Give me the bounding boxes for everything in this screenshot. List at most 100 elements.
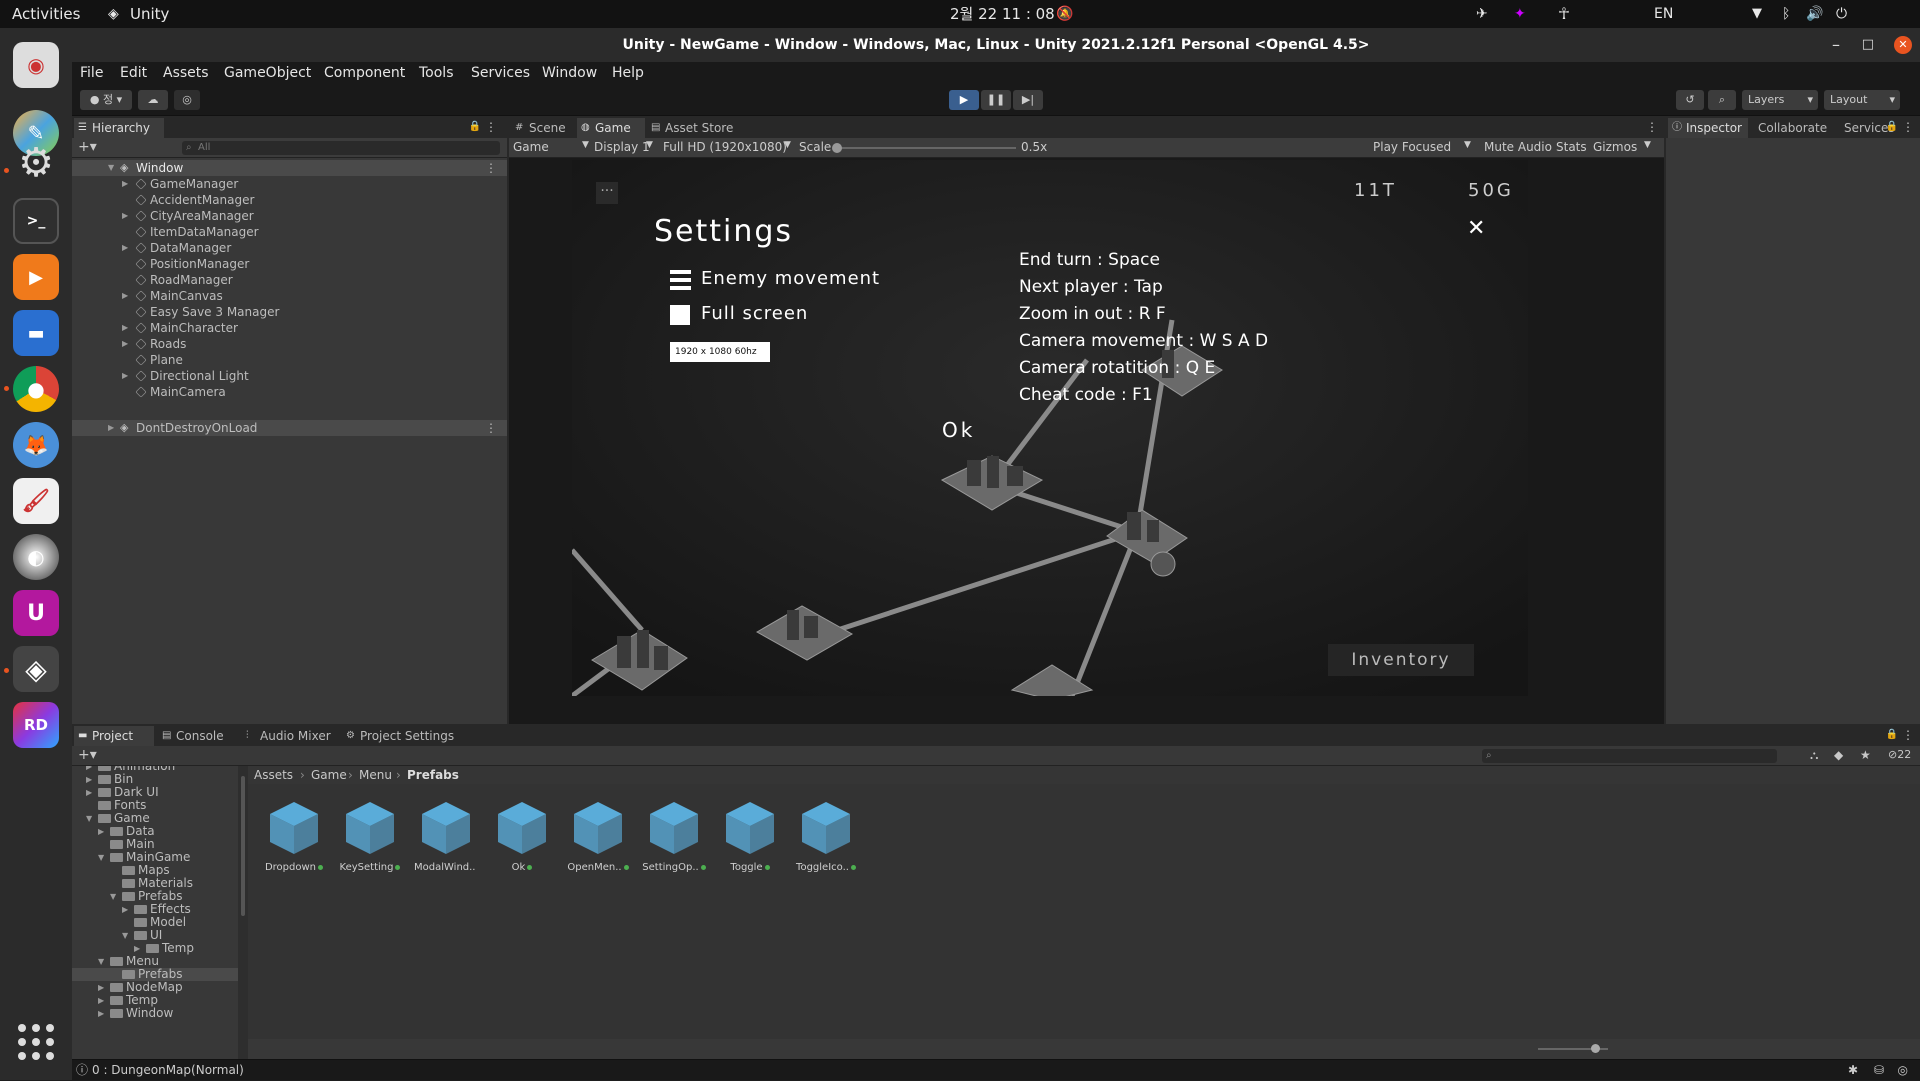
volume-icon[interactable]: 🔊 xyxy=(1806,0,1823,28)
color-tray-icon[interactable]: ✦ xyxy=(1514,0,1526,28)
view-dropdown[interactable]: Game xyxy=(513,140,549,154)
resolution-dropdown-ingame[interactable]: 1920 x 1080 60hz xyxy=(670,342,770,362)
tab-console[interactable]: ▤ Console xyxy=(158,726,238,746)
power-icon[interactable]: ⏻ xyxy=(1836,0,1847,28)
debug-icon[interactable]: ✱ xyxy=(1848,1060,1858,1081)
tab-project[interactable]: ▬ Project xyxy=(74,726,154,746)
folder-tree-item[interactable]: ▶ Animation xyxy=(72,766,238,773)
hidden-packages-badge[interactable]: ⊘22 xyxy=(1888,748,1911,761)
undo-history-button[interactable]: ↺ xyxy=(1676,90,1704,110)
hierarchy-item[interactable]: ▶ CityAreaManager xyxy=(72,208,507,224)
favorites-star-icon[interactable]: ★ xyxy=(1860,748,1871,762)
fox-app-icon[interactable]: 🦊 xyxy=(13,422,59,468)
kebab-menu-icon[interactable]: ⋮ xyxy=(1902,120,1914,134)
icon-size-slider-handle[interactable] xyxy=(1591,1044,1600,1053)
search-button[interactable]: ⌕ xyxy=(1708,90,1736,110)
prefab-asset[interactable]: KeySetting xyxy=(338,798,402,878)
wifi-icon[interactable]: ▼ xyxy=(1752,0,1762,28)
paint-app-icon[interactable]: 🖌 xyxy=(13,478,59,524)
hierarchy-item[interactable]: ItemDataManager xyxy=(72,224,507,240)
hierarchy-item[interactable]: AccidentManager xyxy=(72,192,507,208)
folder-tree-item[interactable]: ▶ Dark UI xyxy=(72,786,238,799)
mute-audio-toggle[interactable]: Mute Audio xyxy=(1484,140,1552,154)
breadcrumb-assets[interactable]: Assets xyxy=(254,766,293,784)
menu-gameobject[interactable]: GameObject xyxy=(224,62,311,84)
telegram-tray-icon[interactable]: ✈ xyxy=(1476,0,1488,28)
menu-assets[interactable]: Assets xyxy=(163,62,209,84)
play-button[interactable]: ▶ xyxy=(949,90,979,110)
kebab-menu-icon[interactable]: ⋮ xyxy=(1646,120,1658,134)
status-message[interactable]: 0 : DungeonMap(Normal) xyxy=(92,1060,244,1081)
menu-help[interactable]: Help xyxy=(612,62,644,84)
unity-hub-icon[interactable]: U xyxy=(13,590,59,636)
account-dropdown[interactable]: ● 정 ▾ xyxy=(80,90,132,110)
hierarchy-item[interactable]: ▶ DataManager xyxy=(72,240,507,256)
unity-editor-icon[interactable]: ◈ xyxy=(13,646,59,692)
lock-icon[interactable]: 🔒 xyxy=(469,121,481,132)
prefab-asset[interactable]: Dropdown xyxy=(262,798,326,878)
terminal-icon[interactable]: >_ xyxy=(13,198,59,244)
tab-game[interactable]: ◍ Game xyxy=(577,118,645,138)
hierarchy-item[interactable]: RoadManager xyxy=(72,272,507,288)
enemy-movement-checkbox[interactable] xyxy=(670,270,691,290)
minimize-button[interactable]: – xyxy=(1832,28,1840,62)
focused-app-name[interactable]: Unity xyxy=(130,0,169,28)
folder-tree-item[interactable]: Fonts xyxy=(72,799,238,812)
tab-audio-mixer[interactable]: ⫶ Audio Mixer xyxy=(242,726,338,746)
accessibility-icon[interactable]: ☥ xyxy=(1558,0,1570,28)
hierarchy-item[interactable]: Easy Save 3 Manager xyxy=(72,304,507,320)
screenshot-app-icon[interactable]: ◉ xyxy=(13,42,59,88)
scale-slider-track[interactable] xyxy=(836,147,1016,149)
prefab-asset[interactable]: ToggleIco.. xyxy=(794,798,858,878)
breadcrumb-prefabs[interactable]: Prefabs xyxy=(407,766,459,784)
tab-project-settings[interactable]: ⚙ Project Settings xyxy=(342,726,462,746)
gizmos-toggle[interactable]: Gizmos xyxy=(1593,140,1637,154)
tab-inspector[interactable]: ⓘ Inspector xyxy=(1668,118,1748,138)
full-screen-checkbox[interactable] xyxy=(670,305,690,325)
create-plus-button[interactable]: +▾ xyxy=(78,139,97,155)
filter-by-type-icon[interactable]: ⛬ xyxy=(1810,748,1818,763)
kebab-menu-icon[interactable]: ⋮ xyxy=(485,120,497,134)
hierarchy-item[interactable]: MainCamera xyxy=(72,384,507,400)
settings-close-icon[interactable]: ✕ xyxy=(1467,216,1485,241)
tab-hierarchy[interactable]: ☰ Hierarchy xyxy=(74,118,164,138)
folder-tree-item[interactable]: ▼ Game xyxy=(72,812,238,825)
menu-services[interactable]: Services xyxy=(471,62,530,84)
create-plus-button[interactable]: +▾ xyxy=(78,747,97,763)
play-focused-dropdown[interactable]: Play Focused xyxy=(1373,140,1451,154)
filter-by-label-icon[interactable]: ◆ xyxy=(1834,748,1843,762)
menu-window[interactable]: Window xyxy=(542,62,597,84)
breadcrumb-game[interactable]: Game xyxy=(311,766,347,784)
pause-button[interactable]: ❚❚ xyxy=(981,90,1011,110)
layers-dropdown[interactable]: Layers ▾ xyxy=(1742,90,1818,110)
cloud-button[interactable]: ☁ xyxy=(138,90,168,110)
more-options-button[interactable]: ··· xyxy=(596,182,618,204)
tab-collaborate[interactable]: Collaborate xyxy=(1752,118,1836,138)
menu-component[interactable]: Component xyxy=(324,62,405,84)
hierarchy-item[interactable]: ▶ Directional Light xyxy=(72,368,507,384)
progress-icon[interactable]: ⛁ xyxy=(1874,1060,1884,1081)
prefab-asset[interactable]: OpenMen.. xyxy=(566,798,630,878)
window-titlebar[interactable]: Unity - NewGame - Window - Windows, Mac,… xyxy=(72,28,1920,62)
prefab-asset[interactable]: Ok xyxy=(490,798,554,878)
files-app-icon[interactable]: ▬ xyxy=(13,310,59,356)
maximize-button[interactable]: □ xyxy=(1862,28,1874,62)
video-player-icon[interactable]: ▶ xyxy=(13,254,59,300)
prefab-asset[interactable]: Toggle xyxy=(718,798,782,878)
hierarchy-item[interactable]: ▶ MainCanvas xyxy=(72,288,507,304)
resolution-dropdown[interactable]: Full HD (1920x1080) xyxy=(663,140,787,154)
hierarchy-item[interactable]: ▶ GameManager xyxy=(72,176,507,192)
project-search-input[interactable]: ⌕ xyxy=(1482,749,1777,763)
hierarchy-search-input[interactable]: ⌕ All xyxy=(182,141,500,155)
lock-icon[interactable]: 🔒 xyxy=(1886,121,1898,132)
close-window-button[interactable]: ✕ xyxy=(1894,36,1912,54)
ok-button[interactable]: Ok xyxy=(942,418,975,442)
prefab-asset[interactable]: SettingOp.. xyxy=(642,798,706,878)
hierarchy-item[interactable]: Plane xyxy=(72,352,507,368)
activities-button[interactable]: Activities xyxy=(12,0,80,28)
hierarchy-item[interactable]: ▶ MainCharacter xyxy=(72,320,507,336)
tab-scene[interactable]: # Scene xyxy=(511,118,575,138)
folder-tree-scrollbar[interactable] xyxy=(238,766,248,1059)
hierarchy-item[interactable]: PositionManager xyxy=(72,256,507,272)
clock[interactable]: 2월 22 11 : 08 xyxy=(950,0,1055,28)
